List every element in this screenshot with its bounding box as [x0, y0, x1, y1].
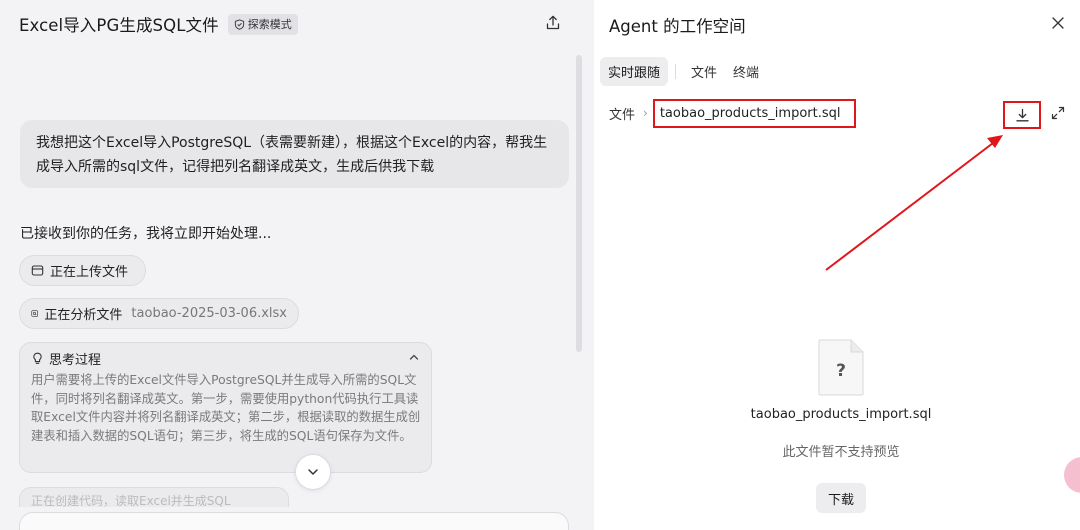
workspace-panel: Agent 的工作空间 实时跟随 文件 终端 文件 › taobao_produ… — [594, 0, 1080, 530]
file-unknown-icon: ? — [818, 339, 864, 396]
tab-terminal[interactable]: 终端 — [725, 57, 767, 86]
share-icon — [546, 15, 560, 29]
user-message: 我想把这个Excel导入PostgreSQL（表需要新建），根据这个Excel的… — [20, 120, 569, 188]
thinking-card: 思考过程 用户需要将上传的Excel文件导入PostgreSQL并生成导入所需的… — [19, 342, 432, 473]
chat-header: Excel导入PG生成SQL文件 探索模式 — [19, 12, 298, 36]
tab-live-follow[interactable]: 实时跟随 — [600, 57, 669, 86]
workspace-tabs: 实时跟随 文件 终端 — [600, 57, 767, 86]
thinking-header[interactable]: 思考过程 — [31, 350, 420, 368]
share-button[interactable] — [544, 12, 562, 32]
chevron-up-icon[interactable] — [408, 351, 420, 363]
step-analyze-label: 正在分析文件 — [44, 308, 123, 323]
shield-icon — [234, 18, 244, 30]
file-scan-icon — [31, 310, 38, 317]
preview-unsupported-note: 此文件暂不支持预览 — [782, 445, 900, 460]
download-icon — [1015, 108, 1029, 121]
preview-file-name: taobao_products_import.sql — [750, 407, 932, 422]
chevron-down-icon — [308, 469, 318, 475]
step-upload-label: 正在上传文件 — [50, 265, 129, 280]
step-analyze-file[interactable]: 正在分析文件 taobao-2025-03-06.xlsx — [19, 298, 299, 329]
file-icon-glyph: ? — [836, 361, 846, 381]
chat-title: Excel导入PG生成SQL文件 — [19, 16, 219, 35]
expand-icon[interactable] — [1051, 106, 1065, 120]
tab-divider — [675, 64, 677, 79]
breadcrumb-root[interactable]: 文件 — [609, 104, 635, 123]
tab-files[interactable]: 文件 — [683, 57, 725, 86]
lightbulb-icon — [33, 352, 42, 364]
mode-badge[interactable]: 探索模式 — [227, 13, 298, 35]
mode-badge-label: 探索模式 — [247, 18, 292, 31]
scroll-to-bottom-button[interactable] — [295, 454, 331, 490]
thinking-body: 用户需要将上传的Excel文件导入PostgreSQL并生成导入所需的SQL文件… — [31, 373, 421, 443]
workspace-title: Agent 的工作空间 — [609, 17, 746, 36]
chat-scrollbar[interactable] — [576, 55, 582, 352]
assistant-ack-text: 已接收到你的任务，我将立即开始处理... — [20, 226, 272, 242]
step-analyze-filename: taobao-2025-03-06.xlsx — [131, 306, 287, 321]
folder-icon — [31, 265, 44, 276]
step-upload-file[interactable]: 正在上传文件 — [19, 255, 146, 286]
message-input[interactable] — [19, 512, 569, 530]
breadcrumb: 文件 › taobao_products_import.sql — [609, 98, 856, 128]
thinking-title: 思考过程 — [49, 353, 102, 368]
chat-panel: Excel导入PG生成SQL文件 探索模式 我想把这个Excel导入Postgr… — [0, 0, 586, 530]
download-icon-button[interactable] — [1003, 101, 1041, 129]
close-icon[interactable] — [1051, 16, 1065, 30]
step-create-code-partial[interactable]: 正在创建代码，读取Excel并生成SQL — [19, 487, 289, 507]
chevron-right-icon: › — [643, 106, 648, 120]
download-button[interactable]: 下载 — [816, 483, 866, 513]
breadcrumb-file: taobao_products_import.sql — [652, 98, 856, 128]
